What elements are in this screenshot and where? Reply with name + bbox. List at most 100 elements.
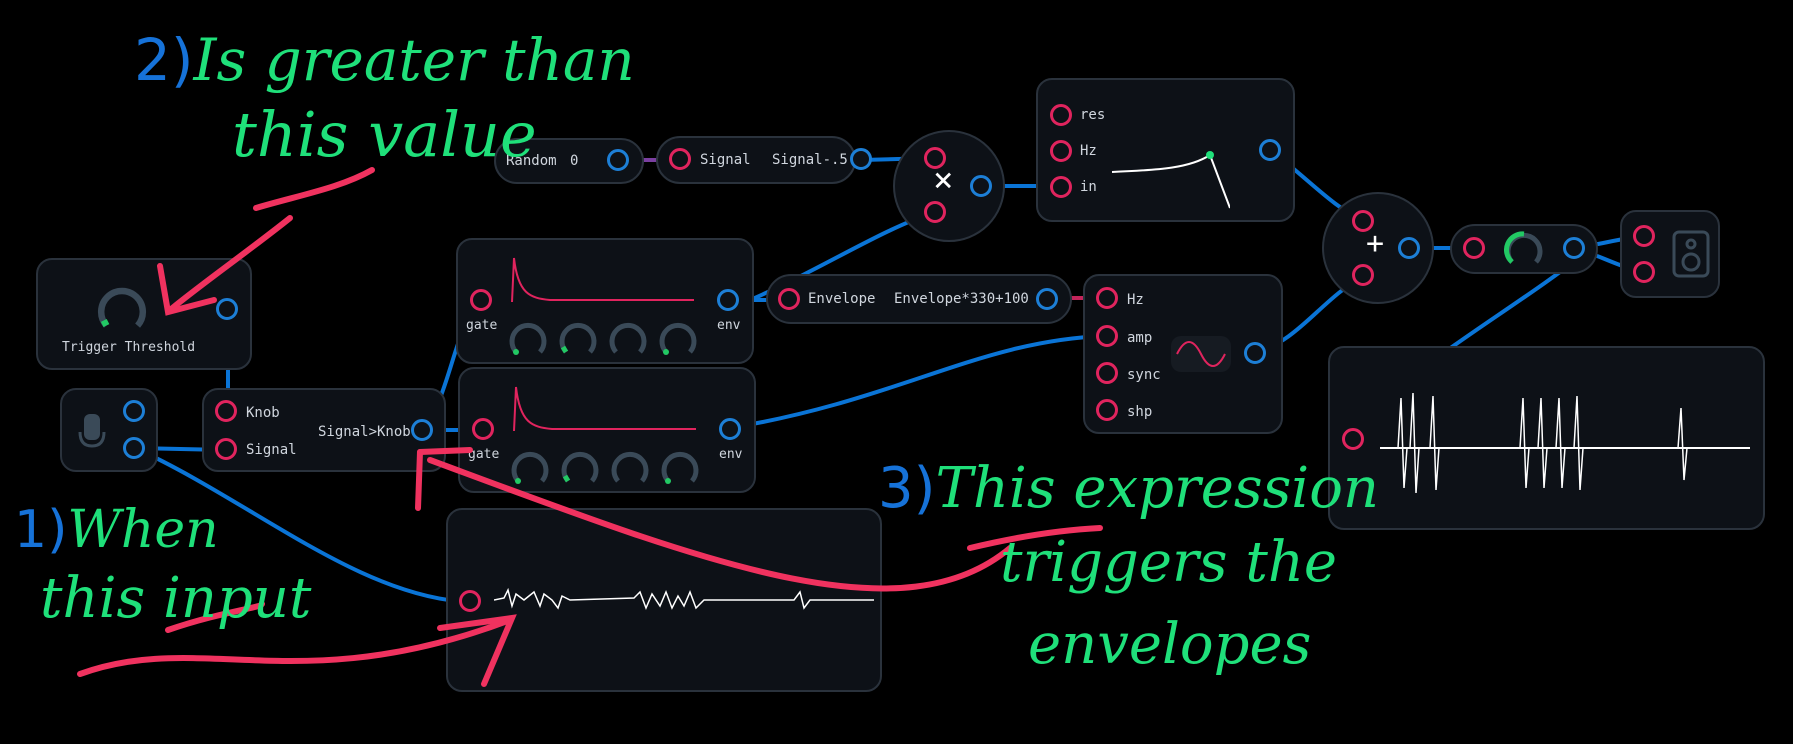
speaker-icon (1672, 230, 1710, 278)
annotation-2: 2)Is greater than (134, 26, 635, 94)
output-scope-input-port[interactable] (1342, 428, 1364, 450)
envelope-1-gate-port[interactable] (470, 289, 492, 311)
volume-output-port[interactable] (1563, 237, 1585, 259)
annotation-3: 3)This expression (878, 456, 1379, 521)
annotation-1-number: 1) (14, 500, 68, 560)
mic-right-output-port[interactable] (123, 437, 145, 459)
osc-amp-port[interactable] (1096, 325, 1118, 347)
annotation-2-line1: Is greater than (193, 26, 635, 94)
add-output-port[interactable] (1398, 237, 1420, 259)
threshold-knob[interactable] (96, 284, 148, 336)
annotation-3-number: 3) (878, 456, 936, 521)
envelope-expression-node[interactable]: Envelope Envelope*330+100 (766, 274, 1072, 324)
filter-in-label: in (1080, 179, 1097, 195)
envelope-2-curve[interactable] (512, 383, 696, 433)
comparator-signal-label: Signal (246, 442, 297, 458)
mic-left-output-port[interactable] (123, 400, 145, 422)
comparator-knob-label: Knob (246, 405, 280, 421)
annotation-1-line2: this input (40, 566, 312, 631)
envelope-2-node[interactable]: gate env (458, 367, 756, 493)
speaker-right-port[interactable] (1633, 261, 1655, 283)
osc-shp-port[interactable] (1096, 399, 1118, 421)
osc-hz-label: Hz (1127, 292, 1144, 308)
volume-input-port[interactable] (1463, 237, 1485, 259)
osc-sync-label: sync (1127, 367, 1161, 383)
speaker-node[interactable] (1620, 210, 1720, 298)
envelope-1-env-port[interactable] (717, 289, 739, 311)
speaker-left-port[interactable] (1633, 225, 1655, 247)
volume-knob-icon[interactable] (1504, 230, 1544, 270)
annotation-3-line1: This expression (935, 456, 1379, 521)
filter-response-graph[interactable] (1110, 120, 1230, 210)
comparator-output-port[interactable] (411, 419, 433, 441)
annotation-3-line2-block: triggers the (1000, 530, 1337, 595)
output-waveform (1380, 392, 1750, 494)
annotation-2-line2: this value (232, 98, 537, 171)
envelope-2-env-port[interactable] (719, 418, 741, 440)
waveform-selector[interactable] (1171, 336, 1231, 372)
input-scope-input-port[interactable] (459, 590, 481, 612)
add-symbol: + (1366, 226, 1385, 261)
envelope-1-env-label: env (717, 318, 741, 333)
osc-amp-label: amp (1127, 330, 1153, 346)
release-knob[interactable] (658, 320, 698, 360)
osc-shp-label: shp (1127, 404, 1153, 420)
filter-in-port[interactable] (1050, 176, 1072, 198)
comparator-node[interactable]: Knob Signal Signal>Knob (202, 388, 446, 472)
threshold-output-port[interactable] (216, 298, 238, 320)
annotation-1-line1: When (67, 500, 219, 560)
output-scope-node[interactable] (1328, 346, 1765, 530)
envelope-expression-input-port[interactable] (778, 288, 800, 310)
decay-knob[interactable] (558, 320, 598, 360)
envelope-2-env-label: env (719, 447, 743, 462)
comparator-knob-port[interactable] (215, 400, 237, 422)
filter-hz-port[interactable] (1050, 140, 1072, 162)
filter-res-port[interactable] (1050, 104, 1072, 126)
signal-input-port[interactable] (669, 148, 691, 170)
random-output-port[interactable] (607, 149, 629, 171)
input-scope-node[interactable] (446, 508, 882, 692)
osc-hz-port[interactable] (1096, 287, 1118, 309)
signal-output-port[interactable] (850, 148, 872, 170)
annotation-3-line2: triggers the (1000, 530, 1338, 595)
annotation-1-line2-block: this input (40, 566, 311, 631)
comparator-signal-port[interactable] (215, 438, 237, 460)
random-value: 0 (570, 153, 579, 169)
envelope-1-node[interactable]: gate env (456, 238, 754, 364)
envelope-input-label: Envelope (808, 291, 876, 307)
add-input-b-port[interactable] (1352, 264, 1374, 286)
sustain-knob[interactable] (608, 320, 648, 360)
annotation-3-line3-block: envelopes (1028, 612, 1311, 677)
osc-sync-port[interactable] (1096, 362, 1118, 384)
trigger-threshold-label: Trigger Threshold (62, 340, 196, 355)
comparator-output-label: Signal>Knob (318, 424, 411, 440)
sustain-knob[interactable] (610, 449, 650, 489)
filter-node[interactable]: res Hz in (1036, 78, 1295, 222)
filter-res-label: res (1080, 107, 1106, 123)
annotation-1: 1)When (14, 500, 219, 560)
annotation-3-line3: envelopes (1028, 612, 1312, 677)
envelope-expression-output-port[interactable] (1036, 288, 1058, 310)
microphone-node[interactable] (60, 388, 158, 472)
microphone-icon (78, 414, 106, 448)
attack-knob[interactable] (508, 320, 548, 360)
attack-knob[interactable] (510, 449, 550, 489)
filter-output-port[interactable] (1259, 139, 1281, 161)
multiply-input-b-port[interactable] (924, 201, 946, 223)
envelope-2-gate-port[interactable] (472, 418, 494, 440)
osc-output-port[interactable] (1244, 342, 1266, 364)
sine-wave-icon (1176, 341, 1226, 367)
annotation-2-number: 2) (134, 26, 194, 94)
filter-hz-label: Hz (1080, 143, 1097, 159)
envelope-1-gate-label: gate (466, 318, 498, 333)
envelope-expression-label: Envelope*330+100 (894, 291, 1029, 307)
release-knob[interactable] (660, 449, 700, 489)
envelope-1-curve[interactable] (510, 254, 694, 304)
multiply-output-port[interactable] (970, 175, 992, 197)
envelope-2-knobs (510, 449, 710, 489)
add-input-a-port[interactable] (1352, 210, 1374, 232)
input-waveform (494, 587, 874, 611)
signal-input-label: Signal (700, 152, 751, 168)
decay-knob[interactable] (560, 449, 600, 489)
multiply-input-a-port[interactable] (924, 147, 946, 169)
